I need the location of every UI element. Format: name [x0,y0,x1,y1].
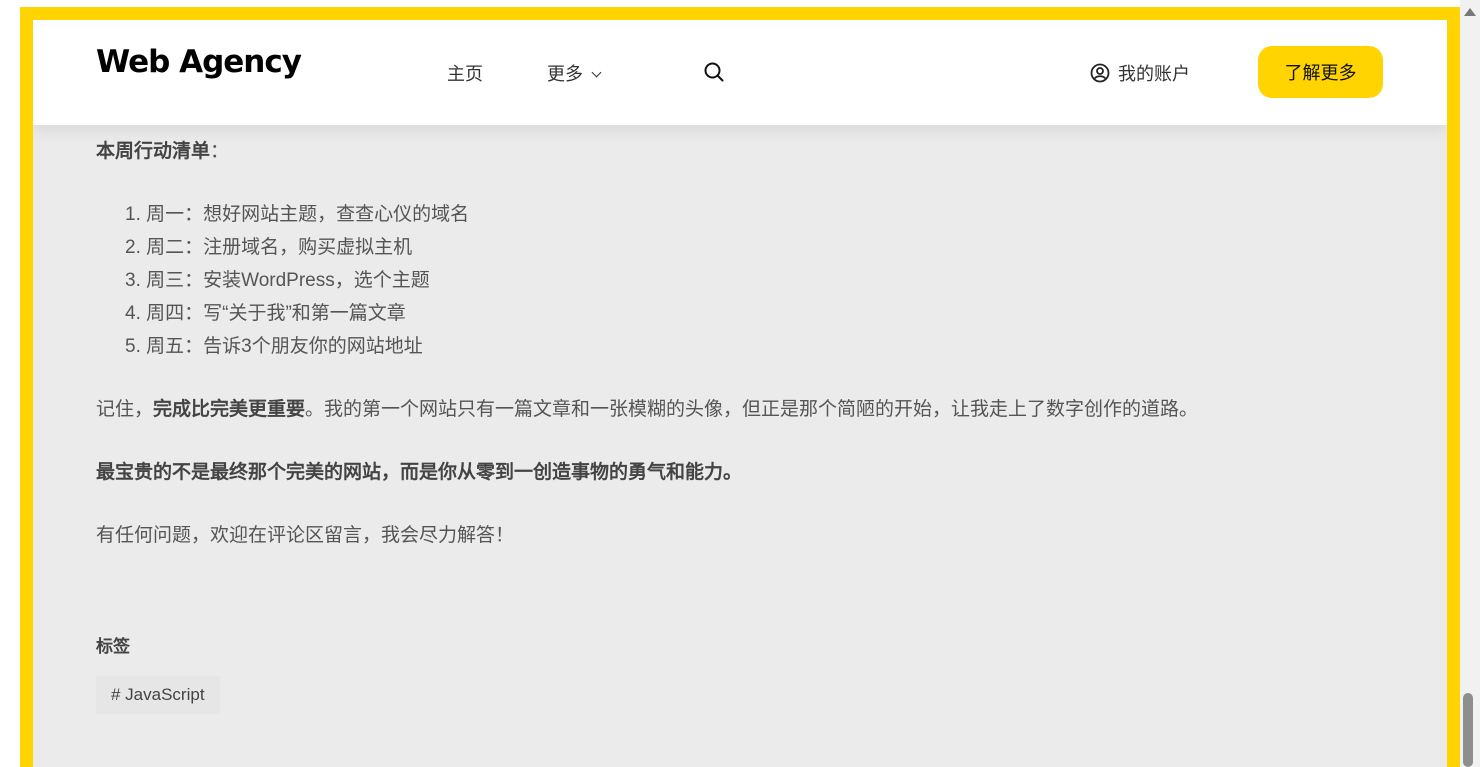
list-item: 2. 周二：注册域名，购买虚拟主机 [125,237,413,258]
vertical-scrollbar[interactable] [1460,0,1480,767]
account-label: 我的账户 [1118,64,1190,84]
learn-more-button[interactable]: 了解更多 [1258,46,1383,98]
action-list-colon: ： [210,141,230,162]
precious-paragraph: 最宝贵的不是最终那个完美的网站，而是你从零到一创造事物的勇气和能力。 [96,462,743,483]
tag-javascript[interactable]: # JavaScript [96,676,220,714]
action-list-title-text: 本周行动清单 [96,141,211,162]
remember-paragraph: 记住，完成比完美更重要。我的第一个网站只有一篇文章和一张模糊的头像，但正是那个简… [96,394,1198,421]
list-item: 3. 周三：安装WordPress，选个主题 [125,270,430,291]
list-item: 1. 周一：想好网站主题，查查心仪的域名 [125,204,470,225]
action-list-title: 本周行动清单： [96,136,229,163]
remember-prefix: 记住， [96,399,154,420]
nav-home[interactable]: 主页 [447,60,483,86]
scroll-up-arrow-icon[interactable] [1464,8,1476,16]
tags-heading: 标签 [96,637,130,656]
account-link[interactable]: 我的账户 [1090,60,1190,86]
nav-more-label: 更多 [547,64,583,84]
remember-suffix: 。我的第一个网站只有一篇文章和一张模糊的头像，但正是那个简陋的开始，让我走上了数… [305,399,1199,420]
action-list: 1. 周一：想好网站主题，查查心仪的域名 2. 周二：注册域名，购买虚拟主机 3… [125,198,469,363]
site-logo[interactable]: Web Agency [96,44,302,80]
nav-more-menu[interactable]: 更多 [547,60,602,86]
search-icon[interactable] [703,61,725,83]
page-frame: Web Agency 主页 更多 我的账户 了解更多 本周行动清单： 1. 周一… [20,7,1460,767]
questions-paragraph: 有任何问题，欢迎在评论区留言，我会尽力解答！ [96,525,515,546]
chevron-down-icon [591,67,602,78]
remember-emphasis: 完成比完美更重要 [153,399,306,420]
scroll-thumb[interactable] [1463,693,1473,767]
page-body: Web Agency 主页 更多 我的账户 了解更多 本周行动清单： 1. 周一… [33,20,1447,767]
site-header: Web Agency 主页 更多 我的账户 了解更多 [33,20,1447,125]
list-item: 5. 周五：告诉3个朋友你的网站地址 [125,336,423,357]
list-item: 4. 周四：写“关于我”和第一篇文章 [125,303,406,324]
user-circle-icon [1090,63,1110,83]
